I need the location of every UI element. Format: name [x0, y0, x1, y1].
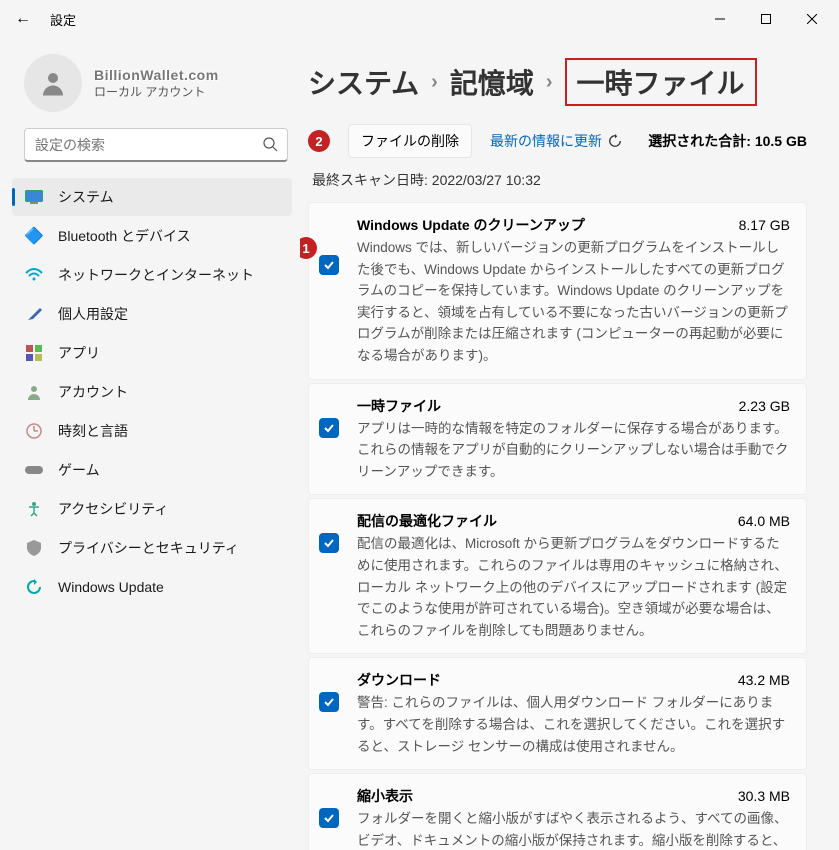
sidebar-item-apps[interactable]: アプリ	[12, 334, 292, 372]
item-size: 2.23 GB	[739, 398, 790, 414]
person-icon	[38, 68, 68, 98]
refresh-icon	[608, 134, 622, 148]
annotation-marker-1: 1	[300, 237, 317, 259]
item-size: 30.3 MB	[738, 788, 790, 804]
nav-label: Windows Update	[58, 579, 164, 595]
close-icon	[807, 14, 817, 24]
item-description: フォルダーを開くと縮小版がすばやく表示されるよう、すべての画像、ビデオ、ドキュメ…	[357, 808, 790, 850]
item-description: 配信の最適化は、Microsoft から更新プログラムをダウンロードするために使…	[357, 533, 790, 641]
item-description: Windows では、新しいバージョンの更新プログラムをインストールした後でも、…	[357, 237, 790, 367]
minimize-icon	[715, 14, 725, 24]
item-title: ダウンロード	[357, 670, 441, 690]
gamepad-icon	[24, 460, 44, 480]
nav-list: システム 🔷 Bluetooth とデバイス ネットワークとインターネット 個人…	[12, 178, 300, 606]
clock-icon	[24, 421, 44, 441]
item-size: 43.2 MB	[738, 672, 790, 688]
sidebar-item-privacy[interactable]: プライバシーとセキュリティ	[12, 529, 292, 567]
item-description: 警告: これらのファイルは、個人用ダウンロード フォルダーにあります。すべてを削…	[357, 692, 790, 757]
search-icon	[262, 136, 278, 155]
checkmark-icon	[323, 812, 335, 824]
system-icon	[24, 187, 44, 207]
nav-label: プライバシーとセキュリティ	[58, 538, 239, 558]
sidebar-item-system[interactable]: システム	[12, 178, 292, 216]
close-button[interactable]	[789, 0, 835, 38]
minimize-button[interactable]	[697, 0, 743, 38]
back-button[interactable]: ←	[4, 0, 42, 38]
sidebar-item-network[interactable]: ネットワークとインターネット	[12, 256, 292, 294]
cleanup-item: 一時ファイル 2.23 GB アプリは一時的な情報を特定のフォルダーに保存する場合が…	[308, 383, 807, 496]
delete-files-button[interactable]: ファイルの削除	[348, 124, 472, 158]
nav-label: ネットワークとインターネット	[58, 265, 254, 285]
maximize-icon	[761, 14, 771, 24]
item-checkbox[interactable]	[319, 418, 339, 438]
cleanup-item: 縮小表示 30.3 MB フォルダーを開くと縮小版がすばやく表示されるよう、すべての…	[308, 773, 807, 850]
avatar	[24, 54, 82, 112]
item-checkbox[interactable]	[319, 692, 339, 712]
item-size: 64.0 MB	[738, 513, 790, 529]
sidebar-item-accounts[interactable]: アカウント	[12, 373, 292, 411]
account-icon	[24, 382, 44, 402]
selected-total: 選択された合計: 10.5 GB	[648, 131, 807, 151]
user-block[interactable]: BillionWallet.com ローカル アカウント	[12, 46, 300, 128]
item-checkbox[interactable]	[319, 808, 339, 828]
annotation-marker-2: 2	[308, 130, 330, 152]
user-account-type: ローカル アカウント	[94, 83, 219, 100]
refresh-link[interactable]: 最新の情報に更新	[490, 131, 622, 151]
search-input[interactable]	[24, 128, 288, 162]
item-checkbox[interactable]	[319, 255, 339, 275]
wifi-icon	[24, 265, 44, 285]
sidebar-item-accessibility[interactable]: アクセシビリティ	[12, 490, 292, 528]
nav-label: アカウント	[58, 382, 128, 402]
cleanup-item: ダウンロード 43.2 MB 警告: これらのファイルは、個人用ダウンロード フォル…	[308, 657, 807, 770]
sidebar-item-time-language[interactable]: 時刻と言語	[12, 412, 292, 450]
nav-label: アクセシビリティ	[58, 499, 168, 519]
sidebar-item-personalization[interactable]: 個人用設定	[12, 295, 292, 333]
shield-icon	[24, 538, 44, 558]
breadcrumb-current: 一時ファイル	[565, 58, 757, 106]
last-scan-time: 最終スキャン日時: 2022/03/27 10:32	[308, 170, 807, 190]
nav-label: Bluetooth とデバイス	[58, 226, 191, 246]
window-title: 設定	[50, 10, 76, 29]
user-name: BillionWallet.com	[94, 67, 219, 83]
sidebar-item-gaming[interactable]: ゲーム	[12, 451, 292, 489]
sidebar-item-windows-update[interactable]: Windows Update	[12, 568, 292, 606]
accessibility-icon	[24, 499, 44, 519]
nav-label: ゲーム	[58, 460, 100, 480]
checkmark-icon	[323, 537, 335, 549]
brush-icon	[24, 304, 44, 324]
item-title: Windows Update のクリーンアップ	[357, 215, 585, 235]
nav-label: 個人用設定	[58, 304, 128, 324]
chevron-right-icon: ›	[546, 71, 553, 94]
item-title: 一時ファイル	[357, 396, 441, 416]
update-icon	[24, 577, 44, 597]
item-title: 配信の最適化ファイル	[357, 511, 497, 531]
nav-label: アプリ	[58, 343, 100, 363]
cleanup-item: 配信の最適化ファイル 64.0 MB 配信の最適化は、Microsoft から更新プ…	[308, 498, 807, 654]
cleanup-item: 1Windows Update のクリーンアップ8.17 GBWindows で…	[308, 202, 807, 380]
breadcrumb: システム › 記憶域 › 一時ファイル	[308, 58, 807, 106]
item-checkbox[interactable]	[319, 533, 339, 553]
item-size: 8.17 GB	[739, 217, 790, 233]
item-description: アプリは一時的な情報を特定のフォルダーに保存する場合があります。これらの情報をア…	[357, 418, 790, 483]
chevron-right-icon: ›	[431, 71, 438, 94]
breadcrumb-storage[interactable]: 記憶域	[450, 62, 534, 102]
nav-label: システム	[58, 187, 114, 207]
checkmark-icon	[323, 422, 335, 434]
breadcrumb-system[interactable]: システム	[308, 62, 419, 102]
maximize-button[interactable]	[743, 0, 789, 38]
refresh-label: 最新の情報に更新	[490, 131, 602, 151]
checkmark-icon	[323, 259, 335, 271]
apps-icon	[24, 343, 44, 363]
checkmark-icon	[323, 696, 335, 708]
item-title: 縮小表示	[357, 786, 413, 806]
nav-label: 時刻と言語	[58, 421, 128, 441]
bluetooth-icon: 🔷	[24, 226, 44, 246]
sidebar-item-bluetooth[interactable]: 🔷 Bluetooth とデバイス	[12, 217, 292, 255]
